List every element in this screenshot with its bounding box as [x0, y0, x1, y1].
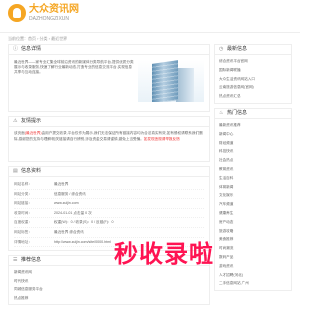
sidebar: ◷ 最新信息 综合资讯平台官网 国际新闻联播 大众生活资讯网站入口 云南旅游信息…	[214, 44, 292, 295]
hot-item[interactable]: 时尚潮流	[219, 244, 287, 253]
hot-item[interactable]: 新闻中心	[219, 130, 287, 139]
related-item[interactable]: 时代快讯	[14, 277, 204, 286]
latest-panel-header: ◷ 最新信息	[215, 45, 291, 55]
hot-item[interactable]: 二手信息网站 广州	[219, 279, 287, 288]
info-row: 网站分类： 信息服务 / 综合资讯	[14, 190, 204, 200]
info-title: 信息资料	[21, 168, 42, 174]
intro-panel-header: ⓘ 信息详情	[9, 45, 209, 55]
breadcrumb[interactable]: 当前位置：首页 › 分类 › 最近世界	[8, 36, 67, 42]
main-column: ⓘ 信息详情 最近世界——家专业汇集全球前沿资讯的新媒体分类导航平台,提供优质分…	[8, 44, 210, 309]
info-key: 网站标签：	[14, 229, 32, 234]
related-item[interactable]: 同城信息服务平台	[14, 285, 204, 294]
hot-item[interactable]: 汽车频道	[219, 200, 287, 209]
info-row: 收录时间： 2024-01-01 点击量 0 次	[14, 209, 204, 219]
info-value: 权重(W)：0 / 收录(S)：0 / 反链(F)：0	[54, 220, 114, 225]
hot-panel: ♨ 热门信息 最新资讯推荐 新闻中心 财经频道 科技快讯 社会热点 教育资讯 生…	[214, 107, 292, 292]
info-key: 百度权重：	[14, 220, 32, 225]
latest-item[interactable]: 国际新闻联播	[219, 66, 287, 75]
report-link[interactable]: 如发现违规请举报反馈	[144, 137, 180, 141]
hot-item[interactable]: 文化娱乐	[219, 191, 287, 200]
hot-panel-header: ♨ 热门信息	[215, 109, 291, 119]
related-item[interactable]: 热点推荐	[14, 294, 204, 303]
warning-title: 友情提示	[21, 118, 42, 124]
hot-item[interactable]: 健康养生	[219, 209, 287, 218]
document-icon: ▤	[13, 168, 18, 174]
info-key: 网站链接：	[14, 201, 32, 206]
hot-item[interactable]: 社会热点	[219, 156, 287, 165]
site-thumbnail[interactable]	[138, 60, 204, 102]
info-row: 百度权重： 权重(W)：0 / 收录(S)：0 / 反链(F)：0	[14, 218, 204, 228]
intro-panel: ⓘ 信息详情 最近世界——家专业汇集全球前沿资讯的新媒体分类导航平台,提供优质分…	[8, 44, 210, 112]
warning-panel-header: ⚠ 友情提示	[9, 117, 209, 127]
related-item[interactable]: 新闻资讯网	[14, 268, 204, 277]
hot-item[interactable]: 最新资讯推荐	[219, 121, 287, 130]
latest-item[interactable]: 大众生活资讯网站入口	[219, 75, 287, 84]
latest-item[interactable]: 热点资讯汇总	[219, 92, 287, 101]
info-key: 网站名称：	[14, 182, 32, 186]
intro-title: 信息详情	[21, 46, 42, 52]
site-logo[interactable]: 大众资讯网 DAZHONGZIXUN	[8, 4, 79, 22]
latest-item[interactable]: 综合资讯平台官网	[219, 57, 287, 66]
info-value: 最近世界	[54, 182, 69, 186]
logo-icon	[8, 4, 26, 22]
hot-item[interactable]: 美食推荐	[219, 235, 287, 244]
info-key: 网站分类：	[14, 191, 32, 196]
info-value[interactable]: 信息服务 / 综合资讯	[54, 190, 204, 199]
hot-item[interactable]: 财经频道	[219, 139, 287, 148]
hot-item[interactable]: 生活百科	[219, 174, 287, 183]
hot-item[interactable]: 游戏资讯	[219, 262, 287, 271]
hot-item[interactable]: 科技快讯	[219, 147, 287, 156]
info-panel-header: ▤ 信息资料	[9, 167, 209, 177]
info-value: 2024-01-01 点击量 0 次	[54, 210, 92, 215]
latest-item[interactable]: 云南旅游信息网(官网)	[219, 83, 287, 92]
intro-text: 最近世界——家专业汇集全球前沿资讯的新媒体分类导航平台,提供优质分类展示与收录服…	[14, 60, 134, 75]
hot-item[interactable]: 数码产品	[219, 253, 287, 262]
hot-item[interactable]: 旅游攻略	[219, 227, 287, 236]
info-key: 收录时间：	[14, 210, 32, 215]
warning-highlight: (最近世界)	[24, 131, 42, 135]
logo-subtext: DAZHONGZIXUN	[29, 16, 69, 22]
warning-text: 该页面(最近世界)由用户提交收录,平台仅作为展示,我们无法保证所有链接内容均为合…	[9, 127, 209, 161]
logo-text: 大众资讯网	[29, 4, 79, 15]
hot-item[interactable]: 人才招聘(河北)	[219, 271, 287, 280]
header: 大众资讯网 DAZHONGZIXUN	[0, 0, 300, 33]
hot-item[interactable]: 教育资讯	[219, 165, 287, 174]
alert-icon: ⚠	[13, 118, 18, 124]
info-row: 网站链接： www.zuijin.com	[14, 199, 204, 209]
watermark-text: 秒收录啦	[114, 240, 214, 268]
hot-title: 热门信息	[227, 109, 248, 116]
info-key: 详情地址：	[14, 239, 32, 244]
fire-icon: ♨	[219, 109, 224, 116]
related-title: 推荐信息	[21, 257, 42, 264]
hot-item[interactable]: 体育新闻	[219, 183, 287, 192]
warning-prefix: 该页面	[14, 131, 25, 135]
latest-title: 最新信息	[227, 46, 248, 52]
warning-panel: ⚠ 友情提示 该页面(最近世界)由用户提交收录,平台仅作为展示,我们无法保证所有…	[8, 116, 210, 162]
latest-panel: ◷ 最新信息 综合资讯平台官网 国际新闻联播 大众生活资讯网站入口 云南旅游信息…	[214, 44, 292, 104]
info-row: 网站名称： 最近世界	[14, 180, 204, 190]
hot-item[interactable]: 房产动态	[219, 218, 287, 227]
info-value[interactable]: www.zuijin.com	[54, 199, 204, 208]
list-icon: ☰	[13, 257, 18, 264]
info-icon: ⓘ	[13, 46, 19, 52]
clock-icon: ◷	[219, 46, 224, 52]
